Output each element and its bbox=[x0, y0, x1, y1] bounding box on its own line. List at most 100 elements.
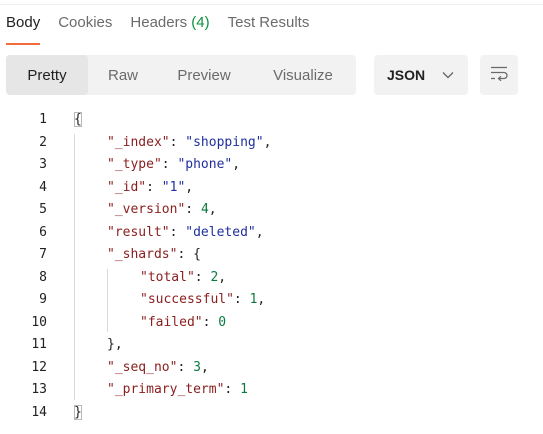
code-line: 9 "successful": 1, bbox=[0, 289, 543, 312]
code-text: } bbox=[74, 402, 82, 425]
top-divider bbox=[0, 0, 543, 5]
indent-guide bbox=[107, 268, 108, 332]
json-punctuation: }, bbox=[107, 337, 123, 352]
code-text: "total": 2, bbox=[140, 267, 226, 290]
code-line: 14} bbox=[0, 402, 543, 425]
code-text: { bbox=[74, 109, 82, 132]
json-key: "_type" bbox=[107, 157, 162, 172]
code-text: "_id": "1", bbox=[107, 177, 193, 200]
tab-body-label: Body bbox=[6, 14, 41, 31]
json-key: "_seq_no" bbox=[107, 359, 178, 375]
code-line: 11}, bbox=[0, 334, 543, 357]
line-number: 12 bbox=[31, 359, 47, 375]
tab-test-results-label: Test Results bbox=[227, 14, 310, 31]
json-punctuation: , bbox=[263, 134, 272, 150]
json-punctuation: : bbox=[194, 269, 211, 285]
code-line: 13 "_primary_term": 1 bbox=[0, 379, 543, 402]
response-tabs: Body Cookies Headers (4) Test Results bbox=[6, 14, 327, 45]
json-number-value: 1 bbox=[240, 382, 248, 397]
json-key: "_id" bbox=[107, 179, 147, 195]
tab-cookies[interactable]: Cookies bbox=[58, 14, 112, 45]
json-key: "successful" bbox=[140, 292, 234, 307]
json-number-value: 3 bbox=[193, 359, 201, 375]
code-text: "_type": "phone", bbox=[107, 154, 240, 177]
code-text: "_seq_no": 3, bbox=[107, 357, 209, 380]
line-number: 6 bbox=[39, 224, 47, 240]
headers-count-badge: (4) bbox=[191, 14, 210, 31]
code-line: 5 "_version": 4, bbox=[0, 199, 543, 222]
chevron-down-icon bbox=[441, 68, 455, 82]
json-string-value: "shopping" bbox=[185, 134, 264, 150]
json-punctuation: , bbox=[208, 202, 217, 217]
json-string-value: "deleted" bbox=[185, 224, 256, 240]
code-line: 3 "_type": "phone", bbox=[0, 154, 543, 177]
line-number: 2 bbox=[39, 134, 47, 150]
json-key: "_index" bbox=[107, 134, 170, 150]
code-text: "failed": 0 bbox=[140, 312, 226, 335]
json-punctuation: : bbox=[233, 292, 250, 307]
json-punctuation: : bbox=[161, 157, 178, 172]
json-punctuation: : bbox=[224, 382, 241, 397]
json-key: "_primary_term" bbox=[107, 382, 225, 397]
wrap-lines-button[interactable] bbox=[480, 55, 518, 95]
code-line: 1{ bbox=[0, 109, 543, 132]
code-text: "_primary_term": 1 bbox=[107, 379, 248, 402]
code-line: 7 "_shards": { bbox=[0, 244, 543, 267]
line-number: 7 bbox=[39, 247, 47, 262]
line-number: 10 bbox=[31, 314, 47, 330]
code-text: "result": "deleted", bbox=[107, 222, 264, 245]
json-punctuation: : bbox=[202, 314, 219, 330]
code-line: 2 "_index": "shopping", bbox=[0, 132, 543, 155]
text-wrap-icon bbox=[489, 65, 509, 86]
tab-body[interactable]: Body bbox=[6, 14, 41, 45]
json-punctuation: : bbox=[169, 224, 186, 240]
code-line: 4 "_id": "1", bbox=[0, 177, 543, 200]
json-punctuation: , bbox=[255, 224, 264, 240]
tab-cookies-label: Cookies bbox=[58, 14, 113, 31]
line-number: 1 bbox=[39, 112, 47, 127]
matched-brace: } bbox=[74, 404, 82, 420]
json-punctuation: , bbox=[218, 269, 227, 285]
format-dropdown-value: JSON bbox=[387, 67, 426, 83]
code-line: 12 "_seq_no": 3, bbox=[0, 357, 543, 380]
json-key: "_version" bbox=[107, 202, 186, 217]
tab-test-results[interactable]: Test Results bbox=[228, 14, 310, 45]
format-dropdown[interactable]: JSON bbox=[374, 55, 468, 95]
json-key: "total" bbox=[140, 269, 195, 285]
code-text: "_shards": { bbox=[107, 244, 201, 267]
line-number: 4 bbox=[39, 179, 47, 195]
json-punctuation: : bbox=[185, 202, 201, 217]
code-line: 8 "total": 2, bbox=[0, 267, 543, 290]
code-text: "_version": 4, bbox=[107, 199, 217, 222]
json-string-value: "phone" bbox=[177, 157, 233, 172]
json-number-value: 0 bbox=[218, 314, 227, 330]
visualize-button[interactable]: Visualize bbox=[250, 55, 356, 95]
json-key: "result" bbox=[107, 224, 170, 240]
json-key: "failed" bbox=[140, 314, 203, 330]
raw-button[interactable]: Raw bbox=[88, 55, 158, 95]
json-key: "_shards" bbox=[107, 247, 178, 262]
indent-guide bbox=[74, 133, 75, 400]
line-number: 9 bbox=[39, 292, 47, 307]
json-punctuation: : bbox=[146, 179, 162, 195]
code-text: "successful": 1, bbox=[140, 289, 265, 312]
line-number: 5 bbox=[39, 202, 47, 217]
response-body-editor[interactable]: 1{2 "_index": "shopping", 3 "_type": "phone… bbox=[0, 109, 543, 424]
json-punctuation: , bbox=[232, 157, 241, 172]
json-number-value: 4 bbox=[200, 202, 209, 217]
json-punctuation: : bbox=[177, 359, 194, 375]
code-text: "_index": "shopping", bbox=[107, 132, 271, 155]
tab-headers-label: Headers bbox=[130, 14, 188, 31]
preview-button[interactable]: Preview bbox=[158, 55, 250, 95]
line-number: 8 bbox=[39, 269, 47, 285]
response-toolbar: Pretty Raw Preview Visualize JSON bbox=[6, 55, 518, 95]
json-punctuation: : bbox=[169, 134, 186, 150]
json-punctuation: , bbox=[200, 359, 209, 375]
pretty-button[interactable]: Pretty bbox=[6, 55, 88, 95]
code-text: }, bbox=[107, 334, 123, 357]
code-line: 6 "result": "deleted", bbox=[0, 222, 543, 245]
line-number: 11 bbox=[31, 337, 47, 352]
json-punctuation: , bbox=[257, 292, 266, 307]
tab-headers[interactable]: Headers (4) bbox=[130, 14, 209, 45]
line-number: 3 bbox=[39, 157, 47, 172]
